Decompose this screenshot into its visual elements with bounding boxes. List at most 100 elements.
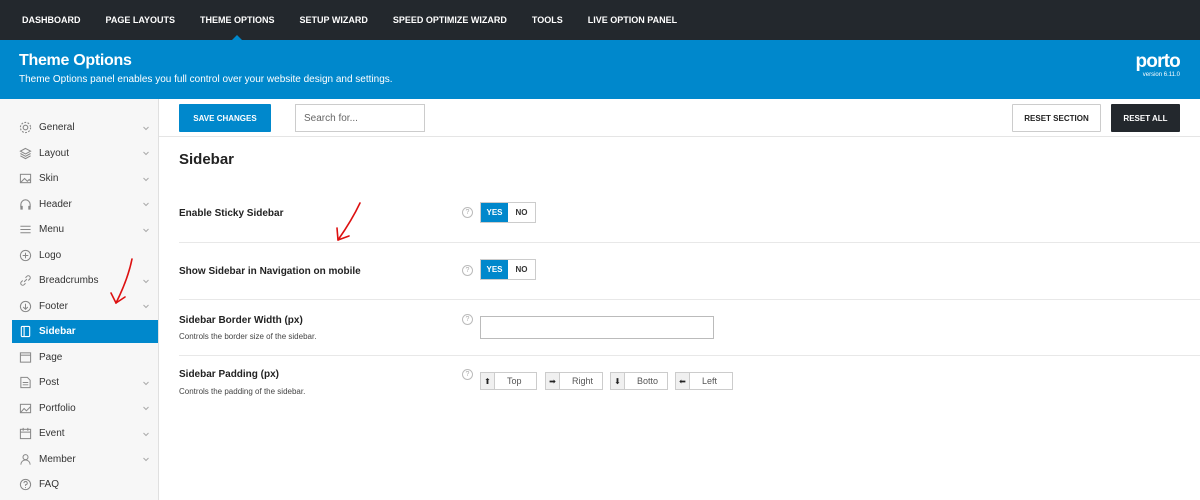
page-subtitle: Theme Options panel enables you full con…	[19, 74, 393, 85]
sidebar-item-header[interactable]: Header	[12, 193, 158, 216]
sidebar-item-post[interactable]: Post	[12, 371, 158, 394]
chevron-down-icon	[142, 277, 150, 285]
chevron-down-icon	[142, 226, 150, 234]
version-label: version 6.11.0	[1142, 72, 1180, 78]
sidebar-item-portfolio[interactable]: Portfolio	[12, 397, 158, 420]
nav-theme-options[interactable]: THEME OPTIONS	[200, 0, 275, 40]
padding-top-placeholder: Top	[507, 376, 522, 386]
help-icon[interactable]: ?	[462, 314, 473, 325]
padding-right-placeholder: Right	[572, 376, 594, 386]
options-toolbar: SAVE CHANGES RESET SECTION RESET ALL	[159, 99, 1200, 137]
sidebar-item-footer[interactable]: Footer	[12, 295, 158, 318]
sticky-sidebar-toggle: YES NO	[480, 202, 536, 223]
porto-logo: porto version 6.11.0	[1135, 51, 1180, 79]
sidebar-item-label: FAQ	[39, 479, 60, 490]
chevron-down-icon	[142, 430, 150, 438]
sidebar-item-label: Member	[39, 453, 76, 465]
chevron-down-icon	[142, 124, 150, 132]
nav-live-option-panel[interactable]: LIVE OPTION PANEL	[588, 0, 677, 40]
padding-right-field[interactable]: ➡ Right	[545, 372, 603, 390]
page-icon	[18, 350, 32, 364]
nav-mobile-toggle: YES NO	[480, 259, 536, 280]
sidebar-item-label: Portfolio	[39, 402, 76, 414]
padding-label: Sidebar Padding (px)	[179, 369, 280, 380]
layers-icon	[18, 146, 32, 160]
chevron-down-icon	[142, 200, 150, 208]
chevron-down-icon	[142, 404, 150, 412]
sidebar-item-label: Sidebar	[39, 326, 76, 337]
padding-left-field[interactable]: ⬅ Left	[675, 372, 733, 390]
sticky-no-option[interactable]: NO	[508, 203, 535, 222]
logo-wordmark: porto	[1135, 51, 1180, 72]
sidebar-item-sidebar[interactable]: Sidebar	[12, 320, 158, 343]
nav-dashboard[interactable]: DASHBOARD	[22, 0, 81, 40]
sidebar-icon	[18, 325, 32, 339]
nav-setup-wizard[interactable]: SETUP WIZARD	[300, 0, 368, 40]
user-icon	[18, 452, 32, 466]
question-icon	[18, 478, 32, 492]
sidebar-item-event[interactable]: Event	[12, 422, 158, 445]
sidebar-item-breadcrumbs[interactable]: Breadcrumbs	[12, 269, 158, 292]
nav-tools[interactable]: TOOLS	[532, 0, 563, 40]
annotation-arrow-content	[336, 202, 361, 241]
arrow-left-icon: ⬅	[676, 373, 690, 389]
arrow-down-icon: ⬇	[611, 373, 625, 389]
menu-icon	[18, 223, 32, 237]
arrow-up-icon: ⬆	[481, 373, 495, 389]
portfolio-icon	[18, 401, 32, 415]
options-sidebar: General Layout Skin Header Menu Logo Breadcrum…	[0, 99, 159, 500]
sidebar-item-label: Layout	[39, 147, 70, 159]
sidebar-item-label: Page	[39, 351, 63, 363]
border-width-label: Sidebar Border Width (px)	[179, 315, 303, 326]
reset-section-button[interactable]: RESET SECTION	[1012, 104, 1101, 132]
row-divider	[179, 355, 1200, 356]
sidebar-item-page[interactable]: Page	[12, 346, 158, 369]
chevron-down-icon	[142, 379, 150, 387]
padding-top-field[interactable]: ⬆ Top	[480, 372, 537, 390]
nav-mobile-label: Show Sidebar in Navigation on mobile	[179, 266, 361, 277]
nav-mobile-no-option[interactable]: NO	[508, 260, 535, 279]
padding-bottom-field[interactable]: ⬇ Botto	[610, 372, 668, 390]
headphones-icon	[18, 197, 32, 211]
image-icon	[18, 172, 32, 186]
sidebar-item-label: Event	[39, 428, 65, 439]
top-nav: DASHBOARD PAGE LAYOUTS THEME OPTIONS SET…	[0, 0, 1200, 40]
sidebar-item-label: Footer	[39, 300, 68, 312]
sidebar-item-label: Breadcrumbs	[39, 275, 99, 286]
chevron-down-icon	[142, 455, 150, 463]
help-icon[interactable]: ?	[462, 265, 473, 276]
sticky-sidebar-label: Enable Sticky Sidebar	[179, 208, 284, 219]
sidebar-item-faq[interactable]: FAQ	[12, 473, 158, 496]
sidebar-item-menu[interactable]: Menu	[12, 218, 158, 241]
search-input[interactable]	[295, 104, 425, 132]
row-divider	[179, 299, 1200, 300]
sidebar-item-label: Logo	[39, 249, 62, 261]
sidebar-item-label: General	[39, 122, 75, 133]
border-width-input[interactable]	[480, 316, 714, 339]
sidebar-item-skin[interactable]: Skin	[12, 167, 158, 190]
sidebar-item-member[interactable]: Member	[12, 448, 158, 471]
theme-options-banner: Theme Options Theme Options panel enable…	[0, 40, 1200, 99]
nav-page-layouts[interactable]: PAGE LAYOUTS	[106, 0, 176, 40]
arrow-down-circle-icon	[18, 299, 32, 313]
nav-mobile-yes-option[interactable]: YES	[481, 260, 508, 279]
page-title: Theme Options	[19, 52, 132, 69]
help-icon[interactable]: ?	[462, 207, 473, 218]
sidebar-item-layout[interactable]: Layout	[12, 142, 158, 165]
sidebar-item-logo[interactable]: Logo	[12, 244, 158, 267]
reset-all-button[interactable]: RESET ALL	[1111, 104, 1180, 132]
save-changes-button[interactable]: SAVE CHANGES	[179, 104, 271, 132]
calendar-icon	[18, 427, 32, 441]
sidebar-item-label: Header	[39, 198, 72, 210]
nav-speed-optimize-wizard[interactable]: SPEED OPTIMIZE WIZARD	[393, 0, 507, 40]
sticky-yes-option[interactable]: YES	[481, 203, 508, 222]
help-icon[interactable]: ?	[462, 369, 473, 380]
padding-left-placeholder: Left	[702, 376, 718, 386]
section-title: Sidebar	[179, 151, 235, 168]
row-divider	[179, 242, 1200, 243]
border-width-description: Controls the border size of the sidebar.	[179, 332, 317, 341]
post-icon	[18, 376, 32, 390]
padding-bottom-placeholder: Botto	[637, 376, 659, 386]
chevron-down-icon	[142, 175, 150, 183]
sidebar-item-general[interactable]: General	[12, 116, 158, 139]
